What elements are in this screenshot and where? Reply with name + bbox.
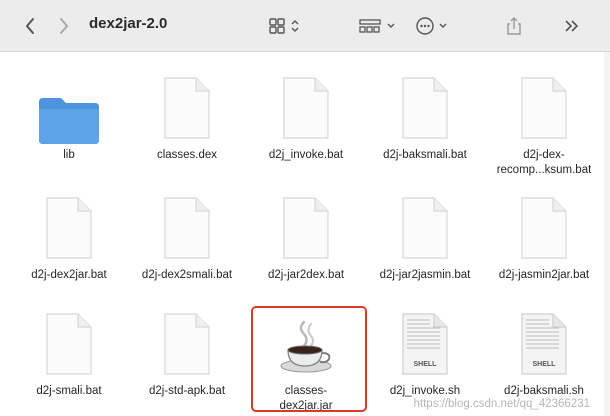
share-button[interactable] — [500, 14, 528, 38]
group-view-icon — [359, 19, 395, 33]
file-icon — [366, 196, 484, 264]
file-icon — [10, 76, 128, 144]
document-icon — [283, 197, 329, 259]
file-name: d2j-jar2jasmin.bat — [379, 269, 471, 281]
scrollbar-track[interactable] — [604, 52, 610, 416]
file-name: d2j-dex2smali.bat — [141, 269, 233, 281]
file-name: d2j-dex- recomp...ksum.bat — [496, 149, 592, 176]
file-icon — [10, 312, 128, 380]
file-name: d2j_invoke.bat — [268, 149, 344, 161]
file-icon — [128, 76, 246, 144]
file-icon — [485, 76, 603, 144]
document-icon — [46, 197, 92, 259]
file-name: d2j-jar2dex.bat — [267, 269, 345, 281]
ellipsis-circle-icon — [416, 17, 447, 35]
document-icon — [164, 77, 210, 139]
shell-script-icon: SHELL — [402, 313, 448, 375]
watermark: https://blog.csdn.net/qq_42366231 — [413, 398, 590, 410]
more-toolbar-button[interactable] — [558, 14, 586, 38]
view-mode-button[interactable] — [266, 14, 306, 38]
document-icon — [46, 313, 92, 375]
file-name: d2j-baksmali.sh — [504, 385, 584, 397]
document-icon — [402, 77, 448, 139]
back-button[interactable] — [16, 14, 44, 38]
document-icon — [164, 197, 210, 259]
file-icon — [247, 196, 365, 264]
file-icon — [366, 76, 484, 144]
chevron-left-icon — [26, 18, 34, 34]
file-name: d2j-smali.bat — [36, 385, 102, 397]
file-name: d2j-baksmali.bat — [383, 149, 467, 161]
document-icon — [283, 77, 329, 139]
file-icon — [128, 196, 246, 264]
action-button[interactable] — [414, 14, 456, 38]
file-name: d2j_invoke.sh — [389, 385, 461, 397]
shell-badge: SHELL — [533, 361, 557, 368]
file-icon: SHELL — [485, 312, 603, 380]
shell-badge: SHELL — [414, 361, 438, 368]
document-icon — [164, 313, 210, 375]
file-name: d2j-std-apk.bat — [148, 385, 226, 397]
group-button[interactable] — [356, 14, 406, 38]
file-icon — [247, 76, 365, 144]
selection-highlight — [251, 306, 367, 412]
file-name: d2j-jasmin2jar.bat — [498, 269, 590, 281]
share-icon — [507, 17, 521, 35]
shell-script-icon: SHELL — [521, 313, 567, 375]
file-name: lib — [63, 149, 75, 161]
window-title: dex2jar-2.0 — [89, 15, 168, 32]
file-icon — [485, 196, 603, 264]
file-name: classes.dex — [156, 149, 218, 161]
grid-view-icon — [269, 18, 299, 34]
document-icon — [521, 197, 567, 259]
file-icon: SHELL — [366, 312, 484, 380]
double-chevron-right-icon — [565, 20, 579, 32]
folder-icon — [39, 98, 99, 144]
chevron-right-icon — [60, 18, 68, 34]
document-icon — [521, 77, 567, 139]
finder-toolbar: dex2jar-2.0 — [0, 0, 610, 52]
file-icon — [128, 312, 246, 380]
file-icon — [10, 196, 128, 264]
document-icon — [402, 197, 448, 259]
forward-button[interactable] — [50, 14, 78, 38]
file-name: d2j-dex2jar.bat — [31, 269, 107, 281]
